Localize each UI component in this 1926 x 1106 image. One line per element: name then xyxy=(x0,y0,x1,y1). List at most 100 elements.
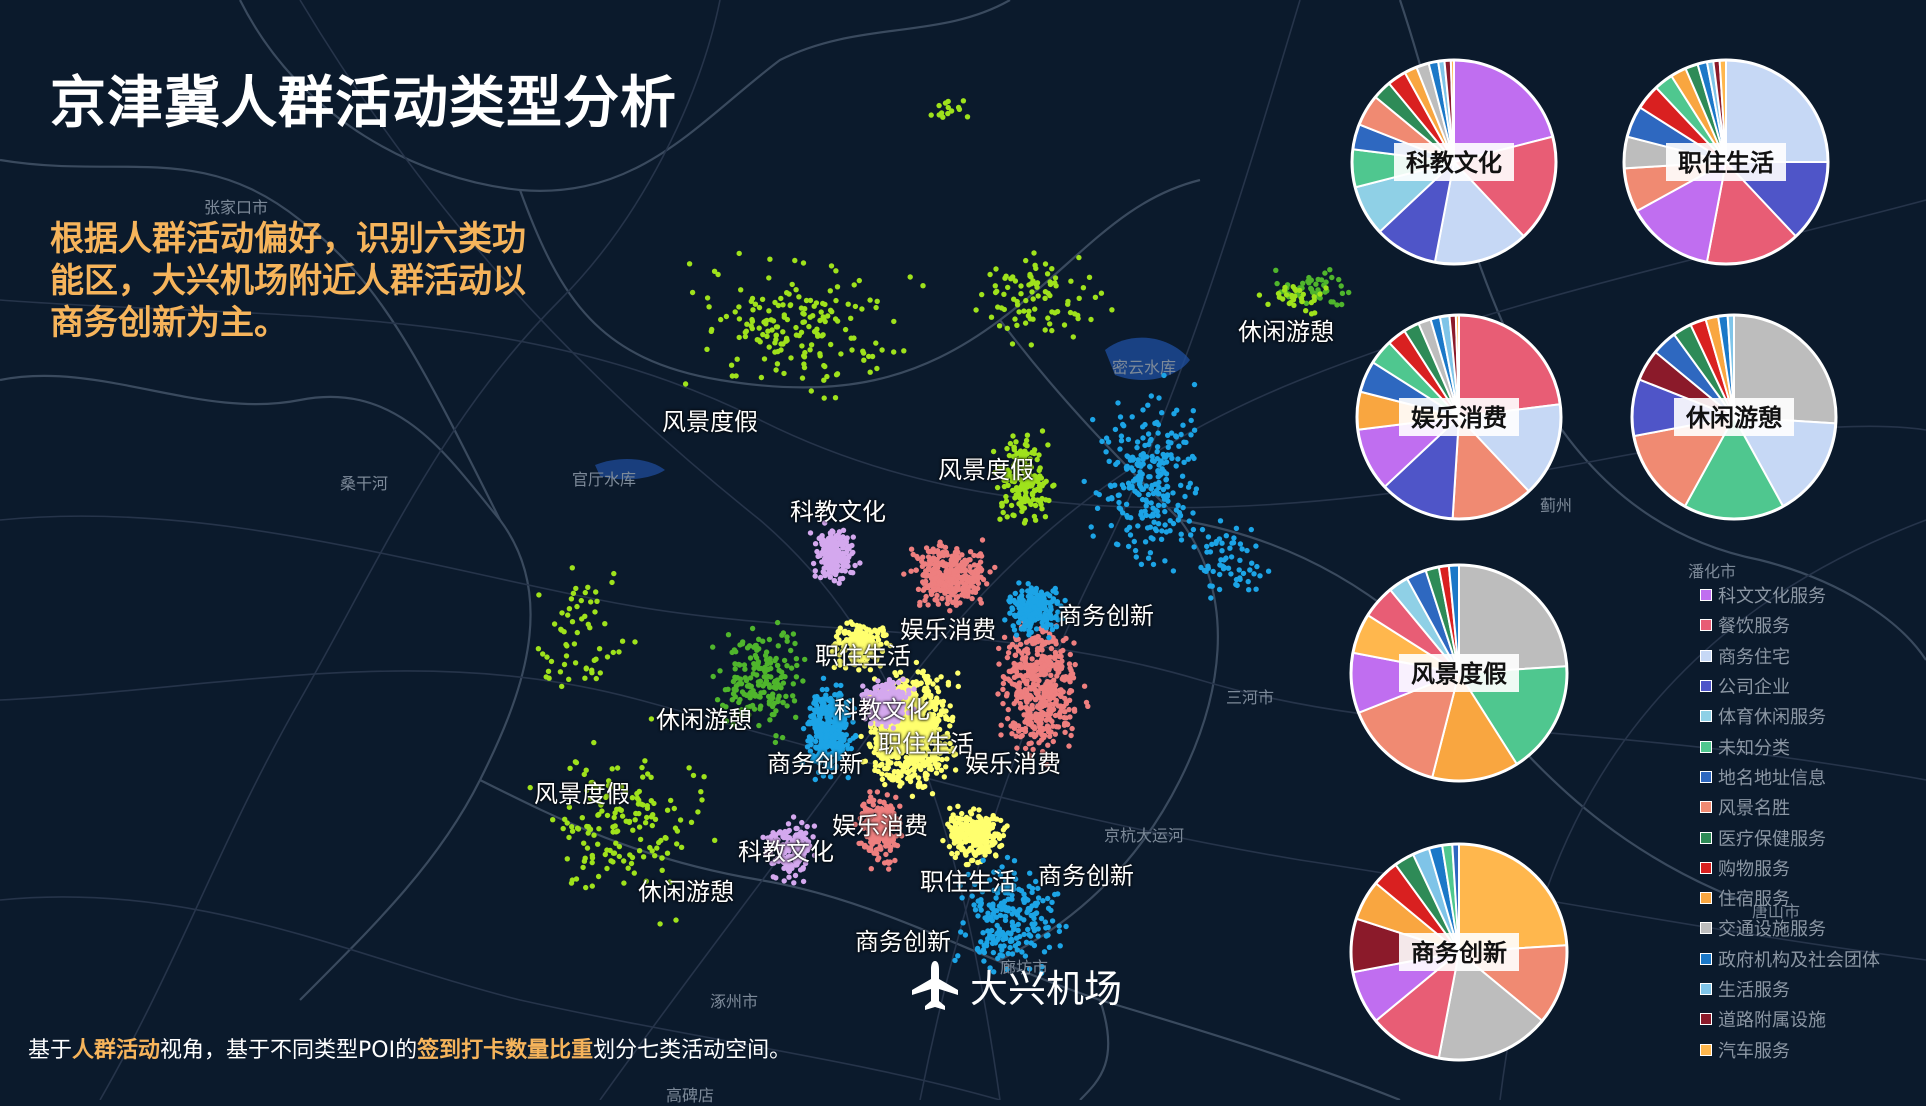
poi-point xyxy=(1094,505,1101,511)
poi-point xyxy=(1131,538,1138,545)
poi-point xyxy=(1022,725,1029,732)
poi-point xyxy=(1004,854,1011,861)
poi-point xyxy=(1047,695,1053,701)
poi-point xyxy=(758,703,764,709)
poi-point xyxy=(823,735,829,741)
poi-point xyxy=(1049,899,1055,905)
poi-point xyxy=(859,306,865,312)
poi-point xyxy=(978,553,985,559)
poi-point xyxy=(868,866,874,872)
poi-point xyxy=(1067,651,1074,658)
poi-point xyxy=(657,921,663,927)
poi-point xyxy=(962,573,968,579)
poi-point xyxy=(644,814,650,821)
poi-point xyxy=(610,649,616,656)
poi-point xyxy=(602,621,608,627)
poi-point xyxy=(853,628,860,635)
poi-point xyxy=(1029,588,1035,594)
poi-point xyxy=(1034,659,1040,665)
poi-point xyxy=(900,767,906,773)
poi-point xyxy=(927,758,933,764)
poi-point xyxy=(757,339,763,345)
poi-point xyxy=(1162,508,1168,515)
poi-point xyxy=(1041,690,1047,696)
poi-point xyxy=(830,557,836,563)
poi-point xyxy=(629,795,636,801)
poi-point xyxy=(1188,417,1194,424)
poi-point xyxy=(1154,448,1160,455)
poi-point xyxy=(1192,490,1199,496)
poi-point xyxy=(1031,513,1038,520)
poi-point xyxy=(788,647,794,654)
poi-point xyxy=(564,643,570,649)
poi-point xyxy=(779,669,785,675)
poi-point xyxy=(1028,940,1034,946)
poi-point xyxy=(1052,891,1058,898)
poi-point xyxy=(816,696,823,703)
map-canvas[interactable]: 科教文化 职住生活娱乐消费 休闲游憩风景度假商务创新 xyxy=(0,0,1926,1100)
poi-point xyxy=(728,362,735,368)
poi-point xyxy=(941,574,948,581)
poi-point xyxy=(963,837,969,844)
poi-point xyxy=(893,761,900,767)
poi-point xyxy=(1147,550,1154,556)
poi-point xyxy=(756,722,762,729)
poi-point xyxy=(893,794,899,800)
poi-point xyxy=(1022,320,1029,326)
poi-point xyxy=(756,636,762,642)
poi-point xyxy=(960,920,966,926)
poi-point xyxy=(1076,295,1082,301)
poi-point xyxy=(1024,689,1030,695)
poi-point xyxy=(1058,703,1064,709)
poi-point xyxy=(1041,602,1047,609)
poi-point xyxy=(930,711,937,718)
poi-point xyxy=(704,295,711,301)
poi-point xyxy=(774,361,781,367)
poi-point xyxy=(974,823,980,830)
poi-point xyxy=(866,353,872,360)
poi-point xyxy=(993,853,999,859)
poi-point xyxy=(801,353,807,359)
poi-point xyxy=(1155,512,1161,519)
poi-point xyxy=(1021,496,1028,503)
poi-point xyxy=(879,776,886,782)
poi-point xyxy=(910,551,916,558)
poi-point xyxy=(1053,283,1059,289)
poi-point xyxy=(1133,554,1140,560)
poi-point xyxy=(1028,342,1035,348)
poi-point xyxy=(774,619,781,626)
poi-point xyxy=(1027,933,1034,939)
poi-point xyxy=(1053,651,1059,658)
poi-point xyxy=(632,639,638,645)
poi-point xyxy=(1171,411,1177,417)
poi-point xyxy=(1045,315,1051,321)
poi-point xyxy=(1125,543,1132,550)
poi-point xyxy=(1118,433,1125,439)
poi-point xyxy=(781,878,787,884)
poi-point xyxy=(901,571,907,577)
poi-point xyxy=(572,759,579,765)
poi-point xyxy=(939,595,945,602)
poi-point xyxy=(879,347,885,353)
poi-point xyxy=(784,663,790,669)
poi-point xyxy=(895,776,902,782)
poi-point xyxy=(1058,648,1064,655)
poi-point xyxy=(1120,510,1126,516)
poi-point xyxy=(1015,921,1021,928)
poi-point xyxy=(1000,680,1007,687)
poi-point xyxy=(831,539,837,545)
poi-point xyxy=(712,837,718,843)
poi-point xyxy=(749,625,756,632)
poi-point xyxy=(853,732,859,739)
poi-point xyxy=(787,302,794,308)
poi-point xyxy=(774,324,781,330)
poi-point xyxy=(1165,432,1171,438)
poi-point xyxy=(758,374,765,381)
poi-point xyxy=(755,682,762,688)
poi-point xyxy=(739,689,746,695)
poi-point xyxy=(642,758,648,764)
poi-point xyxy=(938,674,944,680)
poi-point xyxy=(773,733,779,739)
poi-point xyxy=(987,271,993,278)
poi-point xyxy=(1043,681,1049,687)
